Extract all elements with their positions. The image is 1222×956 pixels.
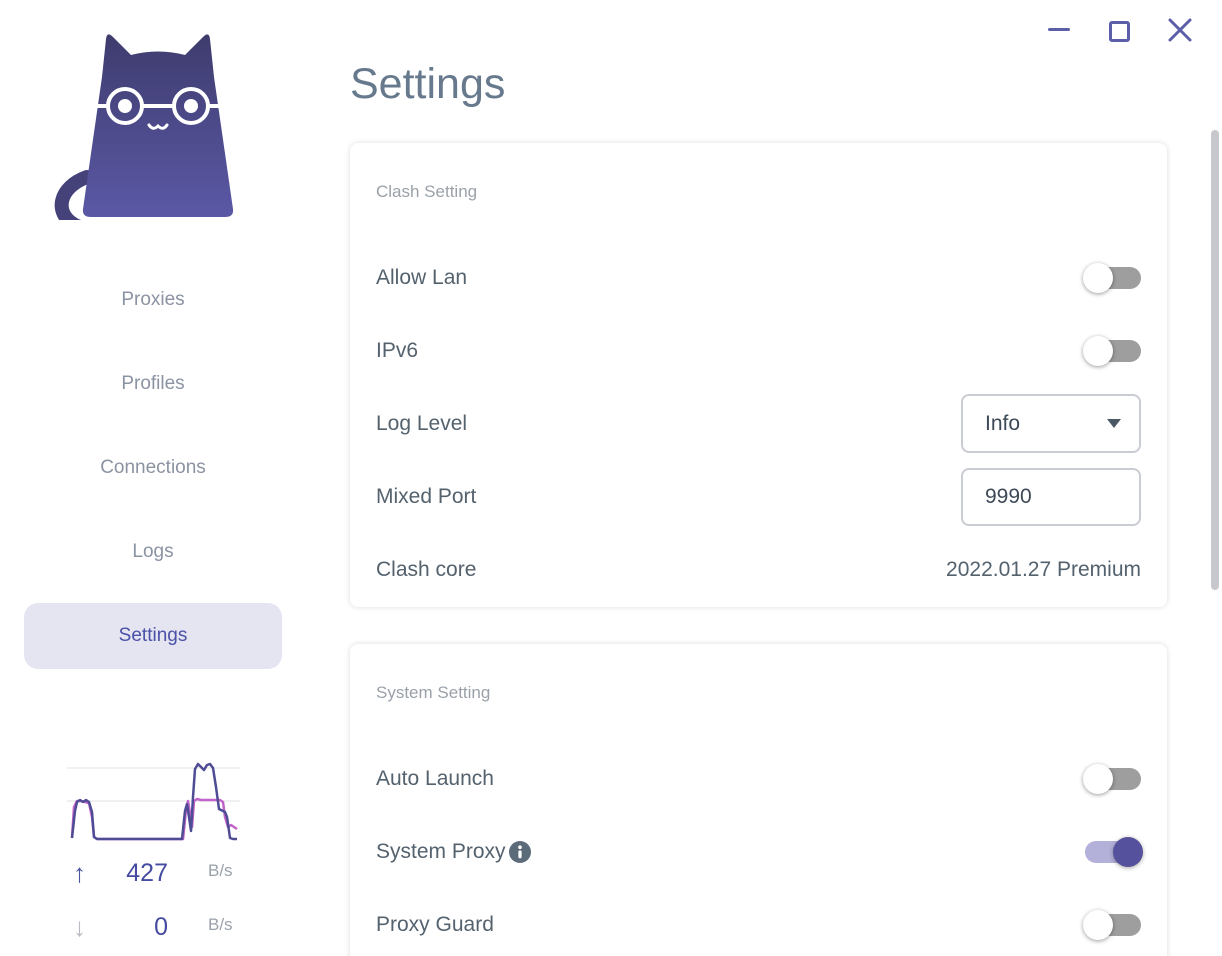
ipv6-toggle[interactable] (1083, 335, 1141, 366)
system-setting-header: System Setting (376, 683, 491, 702)
info-icon[interactable] (508, 840, 531, 863)
system-proxy-row: System Proxy (376, 815, 1143, 888)
download-line (70, 797, 238, 841)
allow-lan-toggle[interactable] (1083, 262, 1141, 293)
clash-core-row: Clash core 2022.01.27 Premium (376, 533, 1141, 606)
clash-setting-header: Clash Setting (376, 182, 478, 201)
system-proxy-toggle[interactable] (1085, 836, 1143, 867)
upload-unit: B/s (208, 861, 233, 880)
auto-launch-label: Auto Launch (376, 766, 494, 790)
scrollbar-thumb[interactable] (1211, 130, 1219, 590)
maximize-icon[interactable] (1109, 21, 1130, 42)
page-title: Settings (350, 60, 506, 108)
clash-cat-logo-icon (54, 34, 234, 220)
sidebar: Proxies Profiles Connections Logs Settin… (0, 0, 330, 956)
upload-value: 427 (126, 859, 168, 887)
proxy-guard-toggle[interactable] (1083, 909, 1141, 940)
proxy-guard-row: Proxy Guard (376, 888, 1141, 956)
clash-core-value: 2022.01.27 Premium (946, 557, 1141, 581)
mixed-port-label: Mixed Port (376, 484, 477, 508)
sidebar-item-profiles[interactable]: Profiles (24, 351, 282, 417)
proxy-guard-label: Proxy Guard (376, 912, 494, 936)
log-level-row: Log Level Info (376, 387, 1141, 460)
auto-launch-row: Auto Launch (376, 742, 1141, 815)
upload-arrow-icon: ↑ (73, 858, 86, 888)
clash-core-label: Clash core (376, 557, 477, 581)
mixed-port-input[interactable] (961, 467, 1141, 526)
log-level-select[interactable]: Info (961, 394, 1141, 453)
ipv6-row: IPv6 (376, 314, 1141, 387)
traffic-sparkline (67, 762, 240, 841)
sidebar-item-connections[interactable]: Connections (24, 435, 282, 501)
sidebar-item-settings[interactable]: Settings (24, 603, 282, 669)
sidebar-item-logs[interactable]: Logs (24, 519, 282, 585)
download-unit: B/s (208, 915, 233, 934)
download-stat-row: ↓ 0 B/s (68, 910, 240, 944)
system-setting-card: System Setting Auto Launch System Proxy … (350, 644, 1167, 956)
allow-lan-label: Allow Lan (376, 265, 468, 289)
minimize-icon[interactable] (1048, 28, 1070, 31)
app-window: Proxies Profiles Connections Logs Settin… (0, 0, 1222, 956)
allow-lan-row: Allow Lan (376, 241, 1141, 314)
sidebar-item-proxies[interactable]: Proxies (24, 267, 282, 333)
ipv6-label: IPv6 (376, 338, 419, 362)
download-arrow-icon: ↓ (73, 912, 86, 942)
close-icon[interactable] (1167, 17, 1193, 43)
auto-launch-toggle[interactable] (1083, 763, 1141, 794)
upload-stat-row: ↑ 427 B/s (68, 856, 240, 890)
log-level-value: Info (985, 411, 1021, 435)
sidebar-nav: Proxies Profiles Connections Logs Settin… (24, 267, 282, 687)
log-level-label: Log Level (376, 411, 468, 435)
mixed-port-row: Mixed Port (376, 460, 1141, 533)
chevron-down-icon (1107, 419, 1121, 428)
system-proxy-label: System Proxy (376, 839, 506, 863)
clash-setting-card: Clash Setting Allow Lan IPv6 Log Level I… (350, 143, 1167, 607)
download-value: 0 (154, 913, 168, 941)
